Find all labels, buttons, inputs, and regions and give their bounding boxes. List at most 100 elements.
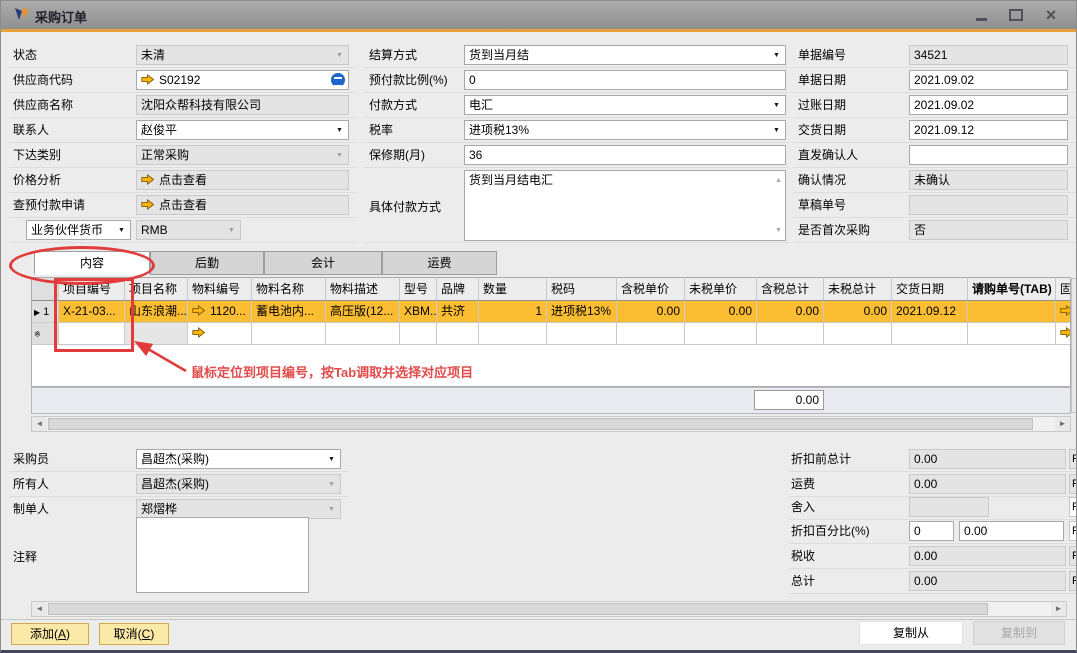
req_no-cell[interactable] (968, 301, 1056, 323)
total-cell[interactable] (824, 323, 892, 345)
unit_price-cell[interactable]: 0.00 (685, 301, 757, 323)
material_desc-cell[interactable] (326, 323, 400, 345)
dropdown-arrow-icon[interactable]: ▼ (769, 122, 784, 138)
discount_percent-value: 0 (914, 524, 921, 538)
item_no-cell[interactable]: X-21-03... (59, 301, 125, 323)
delivery_date-cell[interactable] (892, 323, 968, 345)
dropdown-arrow-icon[interactable]: ▼ (114, 222, 129, 238)
delivery_date-field[interactable]: 2021.09.12 (909, 120, 1068, 140)
link-arrow-icon[interactable] (192, 324, 205, 345)
grid-hscrollbar-left-arrow[interactable]: ◄ (32, 417, 47, 431)
tax_rate-label: 税率 (369, 120, 393, 140)
payment_detail-field[interactable]: 货到当月结电汇▲▼ (464, 170, 786, 241)
close-icon: × (1046, 6, 1057, 24)
purchaser-field[interactable]: 昌超杰(采购)▼ (136, 449, 341, 469)
payment_method-field[interactable]: 电汇▼ (464, 95, 786, 115)
tax_code-cell[interactable] (547, 323, 617, 345)
link-arrow-icon[interactable] (141, 72, 154, 90)
row-selector[interactable]: ※ (32, 323, 59, 345)
direct_confirmer-field[interactable] (909, 145, 1068, 165)
dropdown-arrow-icon[interactable]: ▼ (332, 122, 347, 138)
delivery_date-cell[interactable]: 2021.09.12 (892, 301, 968, 323)
material_no-cell[interactable]: 1120... (188, 301, 252, 323)
bottom-hscrollbar-right-arrow[interactable]: ► (1051, 602, 1066, 616)
tab-logistics[interactable]: 后勤 (150, 251, 264, 275)
material_no-cell[interactable] (188, 323, 252, 345)
material_desc-cell[interactable]: 高压版(12... (326, 301, 400, 323)
bottom-hscrollbar-left-arrow[interactable]: ◄ (32, 602, 47, 616)
row-divider (793, 92, 1075, 93)
qty-cell[interactable]: 1 (479, 301, 547, 323)
scroll-up-icon[interactable]: ▲ (775, 173, 782, 188)
bp_currency_selector-field[interactable]: 业务伙伴货币▼ (26, 220, 131, 240)
discount_percent_2-field[interactable]: 0.00 (959, 521, 1064, 541)
dropdown-arrow-icon[interactable]: ▼ (324, 451, 339, 467)
total_tax-cell[interactable] (757, 323, 824, 345)
tax_code-cell[interactable]: 进项税13% (547, 301, 617, 323)
row-divider (9, 92, 358, 93)
fixed-cell[interactable] (1056, 323, 1071, 345)
unit_price-cell[interactable] (685, 323, 757, 345)
contact-value: 赵俊平 (141, 123, 177, 137)
row-selector[interactable]: ▶1 (32, 301, 59, 323)
link-arrow-icon[interactable] (192, 302, 205, 323)
copy-from-button[interactable]: 复制从 (859, 621, 963, 645)
discount_percent-field[interactable]: 0 (909, 521, 954, 541)
link-arrow-icon[interactable] (141, 197, 154, 215)
total_tax-cell[interactable]: 0.00 (757, 301, 824, 323)
item_name-cell[interactable]: 山东浪潮... (125, 301, 188, 323)
draft_no-field (909, 195, 1068, 215)
link-arrow-icon[interactable] (1060, 324, 1071, 345)
link-arrow-icon[interactable] (141, 172, 154, 190)
bottom-hscrollbar-thumb[interactable] (48, 603, 988, 615)
rows-total-field[interactable]: 0.00 (754, 390, 824, 410)
brand-cell[interactable] (437, 323, 479, 345)
brand-cell[interactable]: 共济 (437, 301, 479, 323)
grid-hscrollbar-thumb[interactable] (48, 418, 1033, 430)
remarks-field[interactable] (136, 517, 309, 593)
warranty_months-field[interactable]: 36 (464, 145, 786, 165)
price_analysis-value: 点击查看 (159, 173, 207, 187)
tab-accounting[interactable]: 会计 (264, 251, 382, 275)
model-cell[interactable]: XBM... (400, 301, 437, 323)
posting_date-field[interactable]: 2021.09.02 (909, 95, 1068, 115)
supplier_code-field[interactable]: S02192 (136, 70, 349, 90)
doc_date-field[interactable]: 2021.09.02 (909, 70, 1068, 90)
unit_price_tax-cell[interactable] (617, 323, 685, 345)
col-header-unit_price: 未税单价 (685, 278, 757, 301)
req_no-cell[interactable] (968, 323, 1056, 345)
cancel-button[interactable]: 取消(C) (99, 623, 169, 645)
dropdown-arrow-icon[interactable]: ▼ (769, 97, 784, 113)
tax_rate-field[interactable]: 进项税13%▼ (464, 120, 786, 140)
dropdown-arrow-icon[interactable]: ▼ (769, 47, 784, 63)
choose-from-list-icon[interactable] (331, 73, 345, 87)
item_name-cell[interactable] (125, 323, 188, 345)
maximize-button[interactable] (1005, 5, 1027, 24)
unit_price_tax-value: 0.00 (657, 304, 680, 318)
prepay_ratio-field[interactable]: 0 (464, 70, 786, 90)
tab-content[interactable]: 内容 (34, 251, 150, 275)
qty-cell[interactable] (479, 323, 547, 345)
material_name-cell[interactable]: 蓄电池内... (252, 301, 326, 323)
grid-vscrollbar[interactable] (1071, 278, 1077, 413)
prepay_request-field[interactable]: 点击查看 (136, 195, 349, 215)
tab-freight[interactable]: 运费 (382, 251, 497, 275)
price_analysis-field[interactable]: 点击查看 (136, 170, 349, 190)
item_no-cell[interactable] (59, 323, 125, 345)
fixed-cell[interactable] (1056, 301, 1071, 323)
unit_price_tax-cell[interactable]: 0.00 (617, 301, 685, 323)
settlement_method-field[interactable]: 货到当月结▼ (464, 45, 786, 65)
link-arrow-icon[interactable] (1060, 302, 1071, 323)
posting_date-label: 过账日期 (798, 95, 846, 115)
material_name-cell[interactable] (252, 323, 326, 345)
minimize-button[interactable] (970, 5, 992, 24)
add-button[interactable]: 添加(A) (11, 623, 89, 645)
model-cell[interactable] (400, 323, 437, 345)
grid-hscrollbar-right-arrow[interactable]: ► (1055, 417, 1070, 431)
contact-field[interactable]: 赵俊平 ▼ (136, 120, 349, 140)
total-cell[interactable]: 0.00 (824, 301, 892, 323)
scroll-down-icon[interactable]: ▼ (775, 223, 782, 238)
doc_date-label: 单据日期 (798, 70, 846, 90)
close-button[interactable]: × (1040, 5, 1062, 24)
first_purchase-value: 否 (914, 223, 926, 237)
